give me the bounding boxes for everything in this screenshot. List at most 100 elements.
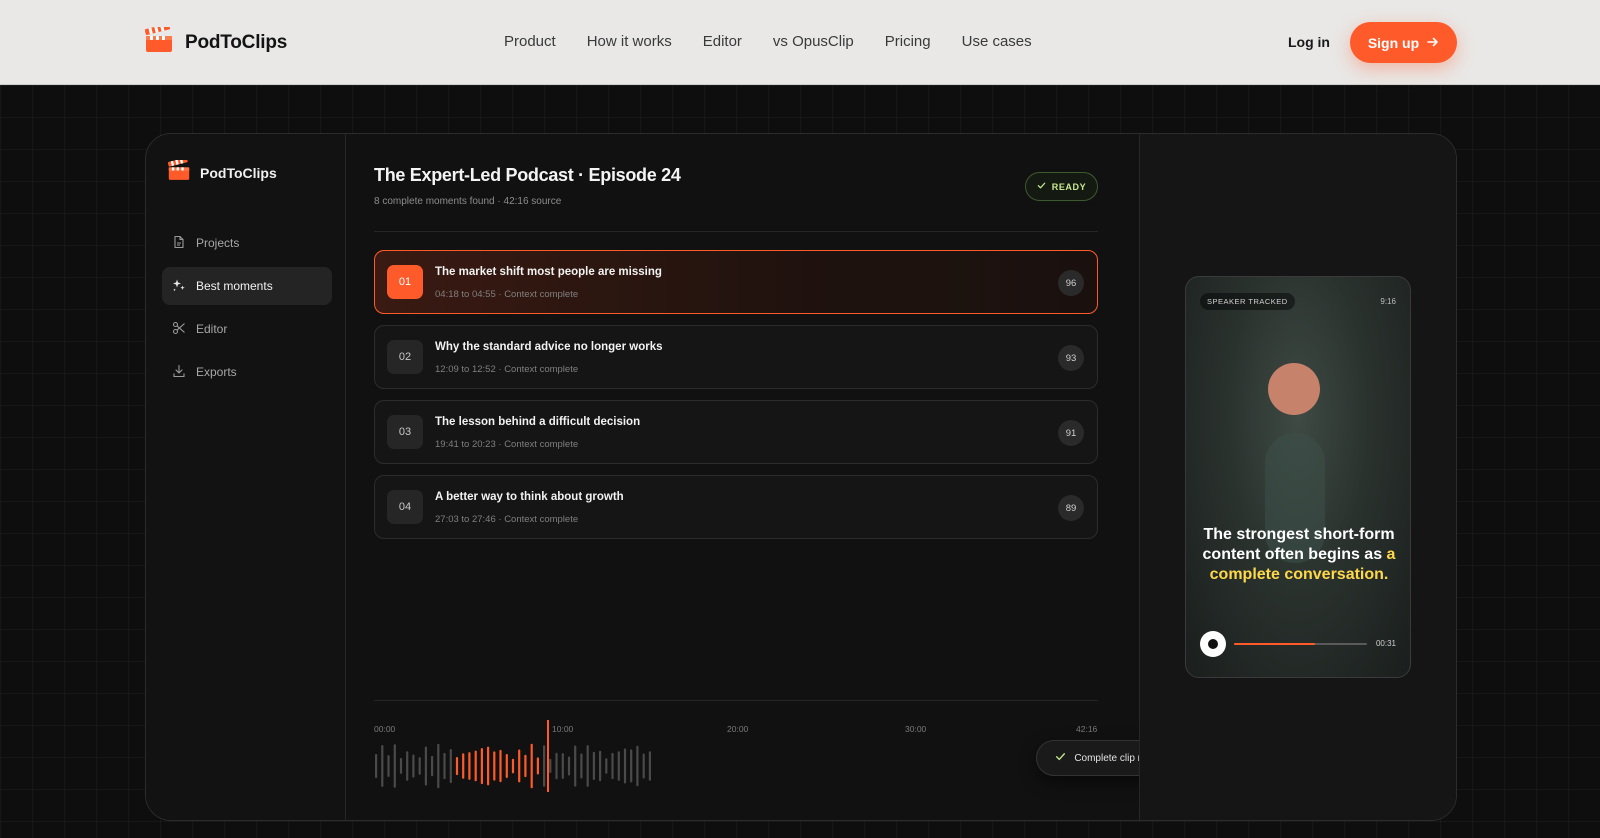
moment-score: 91 [1058,420,1084,446]
signup-button[interactable]: Sign up [1350,22,1457,63]
moment-card[interactable]: 04 A better way to think about growth 27… [374,475,1098,539]
arrow-right-icon [1427,35,1439,51]
waveform-bar [387,755,390,777]
sidebar-item-exports[interactable]: Exports [162,353,332,391]
header-divider [374,231,1098,232]
waveform-bar [375,754,378,778]
moment-number: 01 [387,265,423,299]
moment-title: The market shift most people are missing [435,266,662,278]
waveform-bar [412,754,415,778]
play-button[interactable] [1200,631,1226,657]
status-badge: READY [1025,172,1098,201]
waveform-bar [592,751,595,780]
waveform-bar [543,745,546,787]
waveform-bar [611,752,614,780]
sidebar-brand[interactable]: PodToClips [167,157,277,186]
nav-link-how-it-works[interactable]: How it works [587,33,672,50]
moment-meta: 19:41 to 20:23 · Context complete [435,439,579,450]
moment-card[interactable]: 03 The lesson behind a difficult decisio… [374,400,1098,464]
file-icon [172,235,186,252]
preview-pane: SPEAKER TRACKED 9:16 The strongest short… [1139,134,1456,820]
status-label: READY [1051,181,1087,192]
record-dot-icon [1208,639,1218,649]
timeline-playhead[interactable] [547,720,549,792]
timeline-tick: 00:00 [374,724,396,734]
waveform-bar [406,751,409,781]
nav-link-product[interactable]: Product [504,33,556,50]
sidebar-item-label: Projects [196,236,240,250]
moment-title: A better way to think about growth [435,491,624,503]
waveform-bar [449,749,452,784]
timeline-tick: 10:00 [552,724,574,734]
signup-label: Sign up [1367,34,1420,51]
vertical-clip-preview[interactable]: SPEAKER TRACKED 9:16 The strongest short… [1185,276,1411,678]
main-panel: The Expert-Led Podcast · Episode 24 8 co… [346,134,1182,820]
caption-text: The strongest short-form content often b… [1202,526,1395,563]
waveform-bar [418,757,421,775]
speaker-head [1268,363,1320,415]
moment-meta: 12:09 to 12:52 · Context complete [435,364,579,375]
nav-link-use-cases[interactable]: Use cases [962,33,1032,50]
waveform-bar [530,743,533,789]
moment-title: The lesson behind a difficult decision [435,416,641,428]
sidebar-item-projects[interactable]: Projects [162,224,332,262]
waveform-bar [605,758,608,774]
waveform-bar [586,745,589,787]
waveform-bar [381,745,384,787]
moment-score: 96 [1058,270,1084,296]
aspect-ratio-label: 9:16 [1380,297,1396,306]
audio-waveform[interactable] [374,742,654,790]
waveform-bar [549,758,552,773]
login-link[interactable]: Log in [1288,34,1330,50]
waveform-bar [648,751,651,781]
sidebar-item-editor[interactable]: Editor [162,310,332,348]
waveform-bar [511,758,515,774]
moment-score: 89 [1058,495,1084,521]
check-icon [1037,181,1046,192]
waveform-bar [505,754,508,778]
moment-card[interactable]: 02 Why the standard advice no longer wor… [374,325,1098,389]
waveform-bar [393,744,396,788]
sidebar-item-best-moments[interactable]: Best moments [162,267,332,305]
episode-title: The Expert-Led Podcast · Episode 24 [374,165,681,185]
progress-bar[interactable] [1234,643,1367,645]
sparkles-icon [172,278,186,295]
waveform-bar [636,745,639,787]
waveform-bar [462,753,465,779]
waveform-bar [630,749,633,783]
moment-card[interactable]: 01 The market shift most people are miss… [374,250,1098,314]
nav-link-pricing[interactable]: Pricing [885,33,931,50]
waveform-bar [437,743,440,789]
waveform-bar [493,751,496,781]
waveform-bar [580,753,583,779]
waveform-bar [642,753,645,779]
playback-time: 00:31 [1375,639,1396,648]
moment-meta: 04:18 to 04:55 · Context complete [435,289,579,300]
app-window: PodToClips Projects Best moments Editor … [145,133,1457,821]
brand-logo[interactable]: PodToClips [144,23,287,58]
waveform-bar [487,746,490,786]
progress-fill [1234,643,1316,645]
moment-number: 04 [387,490,423,524]
waveform-bar [474,750,477,782]
waveform-bar [623,748,627,784]
waveform-bar [524,754,527,778]
nav-link-vs-opusclip[interactable]: vs OpusClip [773,33,854,50]
waveform-bar [399,758,403,774]
scissors-icon [172,321,186,338]
waveform-bar [574,745,577,787]
moment-meta: 27:03 to 27:46 · Context complete [435,514,579,525]
timeline-tick: 42:16 [1076,724,1098,734]
waveform-bar [617,751,620,781]
waveform-bar [431,755,434,777]
waveform-bar [499,749,502,783]
timeline-tick: 20:00 [727,724,749,734]
episode-subtitle: 8 complete moments found · 42:16 source [374,196,562,207]
waveform-bar [536,757,539,775]
sidebar-item-label: Best moments [196,279,273,293]
waveform-bar [424,746,427,786]
download-icon [172,364,186,381]
nav-link-editor[interactable]: Editor [703,33,742,50]
waveform-bar [443,752,446,780]
speaker-tracked-badge: SPEAKER TRACKED [1200,293,1295,310]
